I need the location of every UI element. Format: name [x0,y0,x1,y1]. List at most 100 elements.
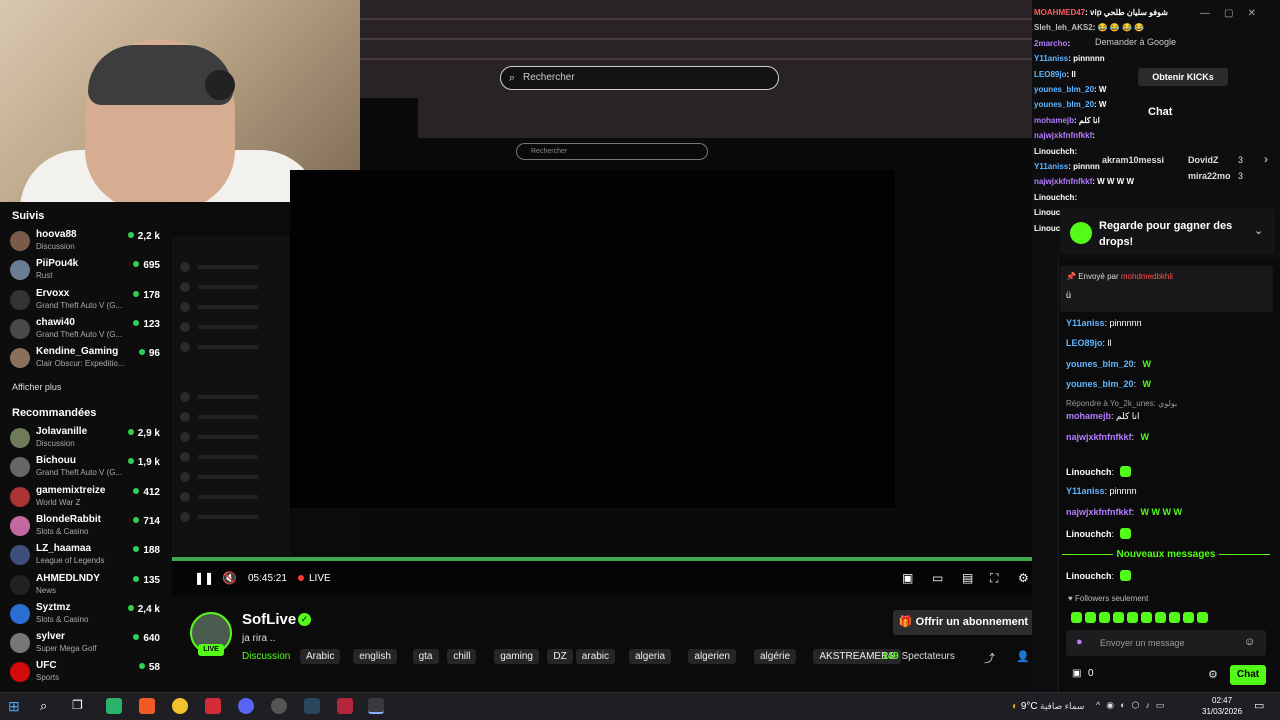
steam-icon[interactable] [304,698,320,714]
emote-icon[interactable] [1127,612,1138,623]
tray-icons[interactable]: ^◉◐⬡♪▭ [1096,700,1170,711]
window-controls[interactable]: —▢✕ [1200,8,1270,19]
chat-username[interactable]: Linouchch [1066,529,1112,539]
active-chrome-icon[interactable] [368,698,384,714]
task-view-icon[interactable]: ❐ [72,698,88,714]
emote-icon[interactable] [1085,612,1096,623]
chevron-down-icon[interactable]: ⌄ [1254,224,1263,237]
emote-icon[interactable] [1183,612,1194,623]
overlay-chat-line: najwjxkfnfnfkkf: [1034,131,1095,140]
sidebar-channel[interactable]: Bichouu Grand Theft Auto V (G... 1,9 k [10,455,162,481]
windows-start-icon[interactable]: ⊞ [8,698,24,714]
tag[interactable]: Arabic [300,649,341,664]
get-kicks-button[interactable]: Obtenir KICKs [1138,68,1228,86]
tag[interactable]: DZ [547,649,573,664]
theater-icon[interactable]: ▭ [932,571,943,585]
obs-icon[interactable] [271,698,287,714]
emote-icon[interactable] [1113,612,1124,623]
chat-username[interactable]: Y11aniss [1066,486,1105,496]
chat-username: Y11aniss [1034,162,1069,171]
user-icon[interactable]: 👤 [1016,650,1030,663]
emoji-icon[interactable]: ☺ [1244,636,1255,648]
pip-icon[interactable]: ▣ [902,571,913,585]
avatar [10,574,30,595]
show-more-link[interactable]: Afficher plus [12,382,61,392]
sidebar-channel[interactable]: chawi40 Grand Theft Auto V (G... 123 [10,317,162,343]
chat-username[interactable]: Linouchch [1066,467,1112,477]
channel-name[interactable]: SofLive [242,611,296,628]
fullscreen-icon[interactable]: ⛶ [990,571,998,586]
chat-username[interactable]: najwjxkfnfnfkkf [1066,507,1132,517]
sidebar-channel[interactable]: sylver Super Mega Golf 640 [10,631,162,657]
emote-icon[interactable] [1141,612,1152,623]
chat-message-row: Y11aniss: pinnnn [1066,486,1137,496]
emote-icon[interactable] [1099,612,1110,623]
store-icon[interactable] [106,698,122,714]
sidebar-channel[interactable]: Ervoxx Grand Theft Auto V (G... 178 [10,288,162,314]
captions-icon[interactable]: ▤ [962,571,973,585]
gift-subscription-button[interactable]: 🎁 Offrir un abonnement [893,610,1034,635]
tag[interactable]: chill [447,649,477,664]
emote-icon[interactable] [1071,612,1082,623]
chat-username[interactable]: Y11aniss [1066,318,1105,328]
chat-settings-icon[interactable]: ⚙ [1208,668,1218,681]
tag[interactable]: algérie [754,649,797,664]
pause-icon[interactable]: ❚❚ [194,571,214,585]
search-input[interactable]: ⌕ Rechercher [500,66,779,90]
emote-bar[interactable] [1068,608,1268,623]
emote-icon[interactable] [1169,612,1180,623]
sidebar-channel[interactable]: Kendine_Gaming Clair Obscur: Expeditio...… [10,346,162,372]
chrome-icon[interactable] [172,698,188,714]
sidebar-channel[interactable]: PiiPou4k Rust 695 [10,258,162,284]
channel-name: AHMEDLNDY [36,572,100,584]
reply-context: Répondre à Yo_2k_unes: بولوي [1066,399,1178,408]
chat-input[interactable]: Envoyer un message [1066,630,1266,656]
app-icon[interactable] [337,698,353,714]
chat-username[interactable]: Linouchch [1066,571,1112,581]
chat-username[interactable]: mohamejb [1066,411,1111,421]
channel-name: UFC [36,660,57,672]
share-icon[interactable]: ⤴ [984,650,995,666]
channel-category: Grand Theft Auto V (G... [36,300,123,310]
emote-icon[interactable] [1155,612,1166,623]
new-messages-label[interactable]: Nouveaux messages [1062,549,1270,561]
sidebar-channel[interactable]: AHMEDLNDY News 135 [10,573,162,599]
sidebar-channel[interactable]: Jolavanille Discussion 2,9 k [10,426,162,452]
drops-text: Regarde pour gagner des drops! [1099,220,1233,248]
search-icon[interactable]: ⌕ [40,698,56,714]
tag[interactable]: arabic [575,649,616,664]
microphone-icon[interactable]: ● [1076,636,1083,648]
sidebar-channel[interactable]: hoova88 Discussion 2,2 k [10,229,162,255]
sidebar-channel[interactable]: Syztmz Slots & Casino 2,4 k [10,602,162,628]
chat-username[interactable]: LEO89jo [1066,338,1103,348]
wps-icon[interactable] [205,698,221,714]
tag[interactable]: gta [412,649,439,664]
channel-name: Kendine_Gaming [36,346,119,358]
sidebar-channel[interactable]: gamemixtreize World War Z 412 [10,485,162,511]
mute-icon[interactable]: 🔇 [222,571,237,585]
gear-icon[interactable]: ⚙ [1018,571,1029,585]
ask-google[interactable]: Demander à Google [1095,37,1176,47]
channel-category: League of Legends [36,556,105,566]
chat-username: najwjxkfnfnfkkf [1034,131,1093,141]
clock[interactable]: 02:47 31/03/2026 [1202,695,1242,717]
weather-temp[interactable]: ◐ 9°C [1012,701,1038,712]
tag[interactable]: algeria [629,649,672,664]
send-chat-button[interactable]: Chat [1230,665,1266,685]
emote-icon[interactable] [1197,612,1208,623]
chat-username[interactable]: younes_blm_20 [1066,359,1134,369]
tag[interactable]: english [353,649,397,664]
tag[interactable]: gaming [494,649,539,664]
sidebar-channel[interactable]: LZ_haamaa League of Legends 188 [10,543,162,569]
notifications-icon[interactable]: ▭ [1254,699,1264,712]
stream-category[interactable]: Discussion [242,651,290,662]
sidebar-channel[interactable]: BlondeRabbit Slots & Casino 714 [10,514,162,540]
avatar [10,603,30,624]
chat-username[interactable]: najwjxkfnfnfkkf [1066,432,1132,442]
discord-icon[interactable] [238,698,254,714]
chevron-right-icon[interactable]: › [1264,152,1268,166]
tag[interactable]: algerien [688,649,736,664]
chat-username[interactable]: younes_blm_20 [1066,379,1134,389]
sidebar-channel[interactable]: UFC Sports 58 [10,660,162,686]
brave-icon[interactable] [139,698,155,714]
